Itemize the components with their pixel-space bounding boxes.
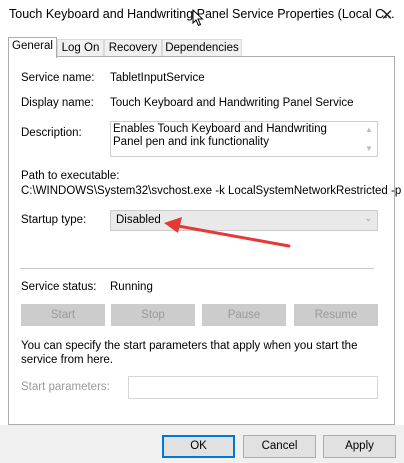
pause-button-label: Pause <box>227 309 261 321</box>
apply-button-label: Apply <box>345 440 374 452</box>
startup-type-label: Startup type: <box>21 214 87 226</box>
close-icon: ✕ <box>380 7 394 24</box>
tab-log-on[interactable]: Log On <box>57 39 104 57</box>
section-divider <box>20 268 374 269</box>
service-status-value: Running <box>110 281 153 293</box>
ok-button[interactable]: OK <box>162 435 235 458</box>
resume-button[interactable]: Resume <box>294 304 378 326</box>
ok-button-label: OK <box>190 440 207 452</box>
apply-button[interactable]: Apply <box>323 435 396 458</box>
startup-type-value: Disabled <box>116 214 161 226</box>
cancel-button-label: Cancel <box>261 440 298 452</box>
tab-recovery-label: Recovery <box>108 42 158 54</box>
mouse-cursor-icon <box>192 9 204 27</box>
cancel-button[interactable]: Cancel <box>243 435 316 458</box>
chevron-down-icon: ⌄ <box>364 213 372 223</box>
description-scrollbar[interactable]: ▲ ▼ <box>362 122 377 156</box>
start-button[interactable]: Start <box>21 304 105 326</box>
display-name-label: Display name: <box>21 97 94 109</box>
stop-button-label: Stop <box>141 309 165 321</box>
start-params-label: Start parameters: <box>21 381 110 393</box>
pause-button[interactable]: Pause <box>202 304 286 326</box>
display-name-value: Touch Keyboard and Handwriting Panel Ser… <box>110 97 354 109</box>
tab-dependencies[interactable]: Dependencies <box>162 39 242 57</box>
tab-log-on-label: Log On <box>61 42 100 54</box>
start-button-label: Start <box>50 309 76 321</box>
path-value: C:\WINDOWS\System32\svchost.exe -k Local… <box>21 185 402 197</box>
description-box[interactable]: Enables Touch Keyboard and Handwriting P… <box>110 121 378 157</box>
description-label: Description: <box>21 127 82 139</box>
tab-dependencies-label: Dependencies <box>165 42 239 54</box>
path-label: Path to executable: <box>21 170 120 182</box>
resume-button-label: Resume <box>314 309 358 321</box>
close-button[interactable]: ✕ <box>370 0 404 30</box>
tab-general[interactable]: General <box>8 37 57 58</box>
service-name-value: TabletInputService <box>110 72 205 84</box>
scroll-up-icon[interactable]: ▲ <box>365 125 373 134</box>
stop-button[interactable]: Stop <box>111 304 195 326</box>
description-text: Enables Touch Keyboard and Handwriting P… <box>113 123 331 148</box>
tab-general-label: General <box>12 40 53 52</box>
service-name-label: Service name: <box>21 72 95 84</box>
service-status-label: Service status: <box>21 281 97 293</box>
startup-type-select[interactable]: Disabled ⌄ <box>110 210 378 231</box>
tab-recovery[interactable]: Recovery <box>104 39 162 57</box>
general-panel <box>8 56 395 425</box>
scroll-down-icon[interactable]: ▼ <box>365 144 373 153</box>
start-params-input[interactable] <box>128 376 378 399</box>
start-params-info: You can specify the start parameters tha… <box>21 340 358 366</box>
